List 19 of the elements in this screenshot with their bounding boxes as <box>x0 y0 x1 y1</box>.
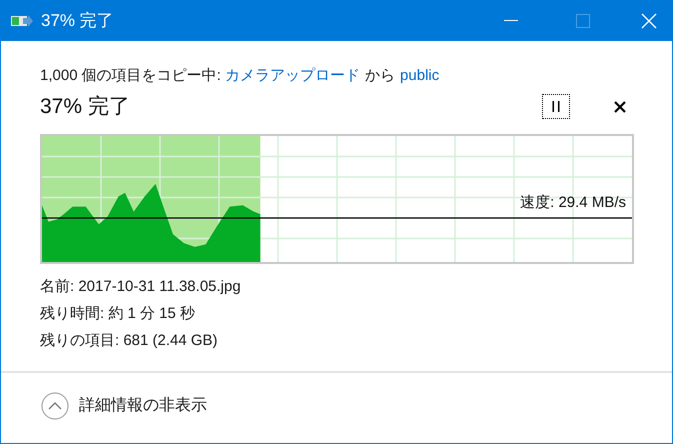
progress-title: 37% 完了 <box>40 94 130 120</box>
cancel-icon <box>614 100 626 112</box>
pause-button[interactable] <box>542 94 570 119</box>
from-text: から <box>365 66 396 86</box>
minimize-icon <box>504 20 518 22</box>
speed-label: 速度: 29.4 MB/s <box>520 192 626 212</box>
hide-details-button[interactable]: 詳細情報の非表示 <box>41 392 207 420</box>
detail-text: 名前: 2017-10-31 11.38.05.jpg <box>40 276 242 296</box>
maximize-icon <box>576 14 590 28</box>
detail-text: 残りの項目: 681 (2.44 GB) <box>40 330 219 350</box>
copy-icon <box>11 14 33 28</box>
pause-icon <box>552 101 560 112</box>
copy-status-text: 1,000 個の項目をコピー中: <box>40 66 222 86</box>
detail-text: 残り時間: 約 1 分 15 秒 <box>40 304 196 324</box>
collapse-icon <box>41 392 69 420</box>
window-title: 37% 完了 <box>41 10 114 32</box>
close-icon <box>641 13 657 29</box>
destination-link[interactable]: public <box>400 65 440 88</box>
source-link[interactable]: カメラアップロード <box>225 65 360 88</box>
